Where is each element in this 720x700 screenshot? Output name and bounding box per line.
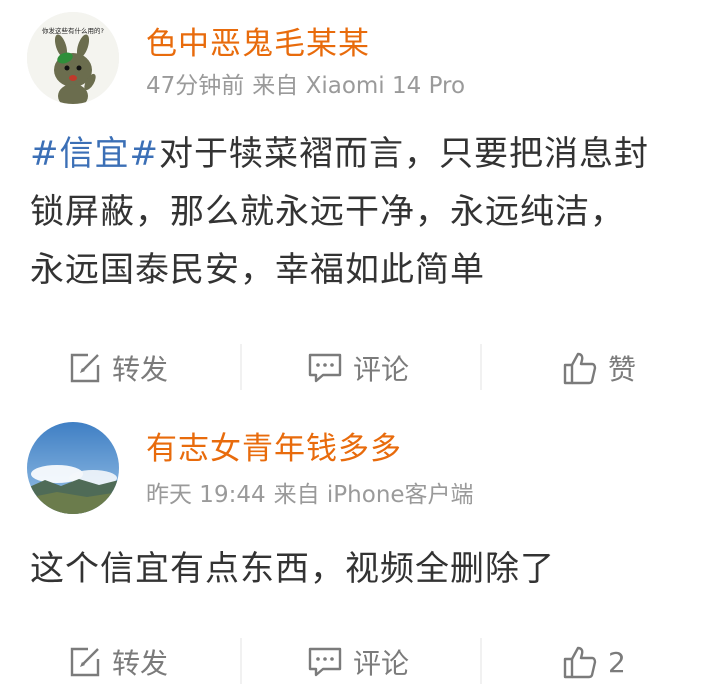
avatar-rabbit[interactable]: 你发这些有什么用的? xyxy=(27,12,119,104)
avatar-landscape[interactable] xyxy=(27,422,119,514)
like-label: 赞 xyxy=(608,353,637,386)
post-meta: 47分钟前 来自 Xiaomi 14 Pro xyxy=(146,66,465,100)
username[interactable]: 色中恶鬼毛某某 xyxy=(146,18,370,63)
repost-label: 转发 xyxy=(112,353,169,386)
post-content: 这个信宜有点东西，视频全删除了 xyxy=(30,540,700,598)
content-line-3: 永远国泰民安，幸福如此简单 xyxy=(30,250,485,290)
weibo-post-1: 你发这些有什么用的? 色中恶鬼毛某某 47分钟前 来自 Xiaomi 14 Pro… xyxy=(0,0,720,400)
hashtag-link[interactable]: #信宜# xyxy=(30,134,159,174)
content-line-1: 对于犊菜褶而言，只要把消息封 xyxy=(158,134,649,174)
action-bar: 转发 评论 2 xyxy=(0,632,720,692)
divider xyxy=(240,344,242,390)
edit-square-icon xyxy=(70,353,100,383)
speech-bubble-icon xyxy=(308,353,342,383)
divider xyxy=(480,638,482,684)
repost-button[interactable]: 转发 xyxy=(68,338,168,398)
action-bar: 转发 评论 赞 xyxy=(0,338,720,398)
thumbs-up-icon xyxy=(563,646,597,679)
rabbit-avatar-image: 你发这些有什么用的? xyxy=(27,12,119,104)
repost-label: 转发 xyxy=(112,647,169,680)
like-count: 2 xyxy=(608,645,626,679)
edit-square-icon xyxy=(70,647,100,677)
username[interactable]: 有志女青年钱多多 xyxy=(146,423,402,468)
post-time: 47分钟前 xyxy=(146,73,245,99)
post-meta: 昨天 19:44 来自 iPhone客户端 xyxy=(146,475,474,509)
repost-button[interactable]: 转发 xyxy=(68,632,168,692)
divider xyxy=(240,638,242,684)
post-source: 来自 iPhone客户端 xyxy=(273,482,474,508)
avatar-caption: 你发这些有什么用的? xyxy=(42,26,104,35)
post-source: 来自 Xiaomi 14 Pro xyxy=(252,73,466,99)
comment-button[interactable]: 评论 xyxy=(307,632,409,692)
like-button[interactable]: 赞 xyxy=(562,338,636,398)
post-content: #信宜#对于犊菜褶而言，只要把消息封 锁屏蔽，那么就永远干净，永远纯洁， 永远国… xyxy=(30,125,700,299)
comment-label: 评论 xyxy=(353,353,410,386)
comment-label: 评论 xyxy=(353,647,410,680)
like-button[interactable]: 2 xyxy=(562,632,626,692)
divider xyxy=(480,344,482,390)
content-line-2: 锁屏蔽，那么就永远干净，永远纯洁， xyxy=(30,192,625,232)
post-time: 昨天 19:44 xyxy=(146,482,266,508)
thumbs-up-icon xyxy=(563,352,597,385)
landscape-avatar-image xyxy=(27,422,119,514)
speech-bubble-icon xyxy=(308,647,342,677)
weibo-post-2: 有志女青年钱多多 昨天 19:44 来自 iPhone客户端 这个信宜有点东西，视… xyxy=(0,400,720,700)
content-line-1: 这个信宜有点东西，视频全删除了 xyxy=(30,549,555,589)
comment-button[interactable]: 评论 xyxy=(307,338,409,398)
